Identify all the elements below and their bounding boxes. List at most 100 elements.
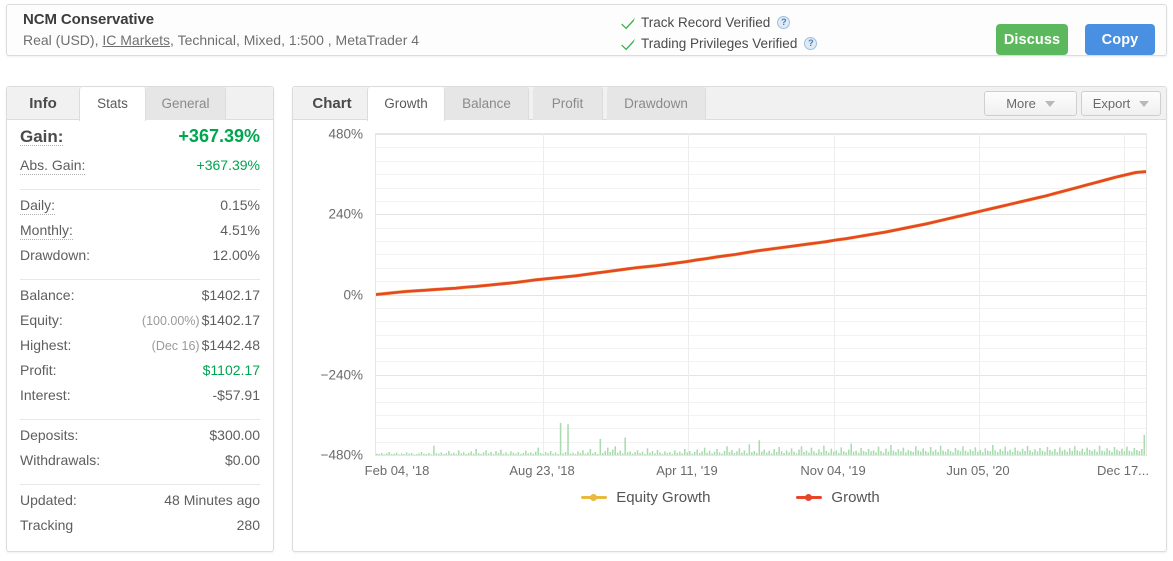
y-axis-tick-label: −480% — [320, 447, 363, 463]
x-axis-tick-label: Apr 11, '19 — [656, 463, 718, 478]
more-label: More — [1006, 96, 1036, 111]
series-line — [376, 172, 1146, 295]
legend-item-equity-growth[interactable]: Equity Growth — [581, 489, 710, 506]
discuss-button[interactable]: Discuss — [996, 24, 1068, 55]
stat-row-monthly: Monthly: 4.51% — [7, 222, 273, 247]
account-specs: , Technical, Mixed, 1:500 , MetaTrader 4 — [170, 32, 420, 48]
stat-label: Interest: — [20, 387, 71, 403]
stat-label: Abs. Gain: — [20, 157, 86, 175]
stat-row-abs-gain: Abs. Gain: +367.39% — [7, 157, 273, 182]
stats-panel: Info Stats General Gain: +367.39% Abs. G… — [6, 86, 274, 552]
stats-tabstrip: Info Stats General — [7, 87, 273, 121]
stat-value: (Dec 16) $1442.48 — [152, 337, 260, 353]
stat-label: Profit: — [20, 362, 57, 378]
verification-row-trading-privileges: Trading Privileges Verified ? — [621, 33, 818, 54]
x-axis-tick-label: Dec 17... — [1096, 463, 1150, 478]
x-axis-tick-label: Nov 04, '19 — [800, 463, 866, 478]
stat-row-withdrawals: Withdrawals: $0.00 — [7, 452, 273, 477]
tab-drawdown[interactable]: Drawdown — [607, 87, 706, 120]
stat-value-amount: $1442.48 — [201, 337, 260, 353]
stat-label: Gain: — [20, 127, 64, 146]
stat-row-balance: Balance: $1402.17 — [7, 287, 273, 312]
stat-label: Withdrawals: — [20, 452, 101, 468]
stat-value: 48 Minutes ago — [164, 492, 260, 508]
plot-area — [375, 133, 1147, 456]
stat-value: 280 — [236, 517, 260, 533]
stat-label: Drawdown: — [20, 247, 91, 263]
stat-label: Tracking — [20, 517, 74, 533]
tab-stats[interactable]: Stats — [79, 87, 146, 121]
chart-tabstrip: Chart Growth Balance Profit Drawdown Mor… — [293, 87, 1166, 121]
divider — [20, 419, 260, 420]
stats-list: Gain: +367.39% Abs. Gain: +367.39% Daily… — [7, 121, 273, 542]
stat-row-gain: Gain: +367.39% — [7, 126, 273, 157]
stat-value: $300.00 — [209, 427, 260, 443]
account-type: Real (USD), — [23, 32, 103, 48]
stat-value-note: (100.00%) — [141, 314, 200, 328]
chevron-down-icon — [1044, 100, 1055, 107]
y-axis-tick-label: −240% — [320, 367, 363, 383]
stat-value: $0.00 — [224, 452, 260, 468]
stat-value-amount: $1402.17 — [201, 312, 260, 328]
stat-row-interest: Interest: -$57.91 — [7, 387, 273, 412]
legend-label: Equity Growth — [616, 489, 711, 506]
divider — [20, 189, 260, 190]
stat-label: Monthly: — [20, 222, 73, 240]
legend-swatch — [581, 494, 608, 501]
panel-title-info: Info — [29, 95, 57, 112]
legend-swatch — [796, 494, 823, 501]
divider — [20, 279, 260, 280]
verification-row-track-record: Track Record Verified ? — [621, 12, 817, 33]
account-meta: Real (USD), IC Markets, Technical, Mixed… — [23, 32, 419, 48]
more-dropdown-button[interactable]: More — [984, 91, 1077, 116]
copy-button[interactable]: Copy — [1085, 24, 1155, 55]
account-header: NCM Conservative Real (USD), IC Markets,… — [6, 4, 1167, 56]
y-axis-tick-label: 0% — [343, 287, 363, 302]
green-check-icon — [621, 16, 636, 30]
export-dropdown-button[interactable]: Export — [1081, 91, 1161, 116]
chart-series-svg — [376, 134, 1146, 455]
stat-value: $1402.17 — [201, 287, 260, 303]
page-title: NCM Conservative — [23, 11, 154, 28]
stat-value: $1102.17 — [202, 362, 260, 378]
stat-value: 4.51% — [220, 222, 260, 238]
x-axis-tick-label: Jun 05, '20 — [946, 463, 1010, 478]
drawdown-bars — [376, 422, 1146, 455]
panel-title-chart: Chart — [312, 95, 352, 112]
y-axis-tick-label: 240% — [328, 206, 363, 222]
broker-link[interactable]: IC Markets — [102, 32, 170, 48]
stat-row-daily: Daily: 0.15% — [7, 197, 273, 222]
legend-label: Growth — [831, 489, 880, 506]
gridline-horizontal — [376, 455, 1146, 456]
stat-label: Equity: — [20, 312, 63, 328]
stat-label: Highest: — [20, 337, 72, 353]
stat-label: Updated: — [20, 492, 77, 508]
green-check-icon — [621, 37, 636, 51]
stat-row-deposits: Deposits: $300.00 — [7, 427, 273, 452]
stat-value: +367.39% — [178, 126, 260, 146]
tab-profit[interactable]: Profit — [533, 87, 603, 120]
stat-row-highest: Highest: (Dec 16) $1442.48 — [7, 337, 273, 362]
tab-general[interactable]: General — [146, 87, 226, 120]
stat-row-tracking: Tracking 280 — [7, 517, 273, 542]
series-line — [376, 172, 1146, 295]
x-axis-tick-label: Feb 04, '18 — [364, 463, 430, 478]
stat-value: 12.00% — [212, 247, 260, 263]
stat-row-equity: Equity: (100.00%) $1402.17 — [7, 312, 273, 337]
divider — [20, 484, 260, 485]
verification-label: Trading Privileges Verified — [641, 36, 798, 51]
tab-growth[interactable]: Growth — [367, 87, 445, 121]
legend-item-growth[interactable]: Growth — [796, 489, 880, 506]
chevron-down-icon — [1139, 100, 1150, 107]
stat-value-note: (Dec 16) — [151, 339, 200, 353]
stat-row-updated: Updated: 48 Minutes ago — [7, 492, 273, 517]
stat-value: 0.15% — [220, 197, 260, 213]
tab-balance[interactable]: Balance — [445, 87, 529, 120]
x-axis-tick-label: Aug 23, '18 — [509, 463, 575, 478]
help-icon[interactable]: ? — [804, 37, 818, 50]
stat-label: Deposits: — [20, 427, 79, 443]
help-icon[interactable]: ? — [777, 16, 791, 29]
chart-panel: Chart Growth Balance Profit Drawdown Mor… — [292, 86, 1167, 552]
verification-badges: Track Record Verified ? Trading Privileg… — [621, 12, 818, 54]
stat-value: -$57.91 — [212, 387, 260, 403]
